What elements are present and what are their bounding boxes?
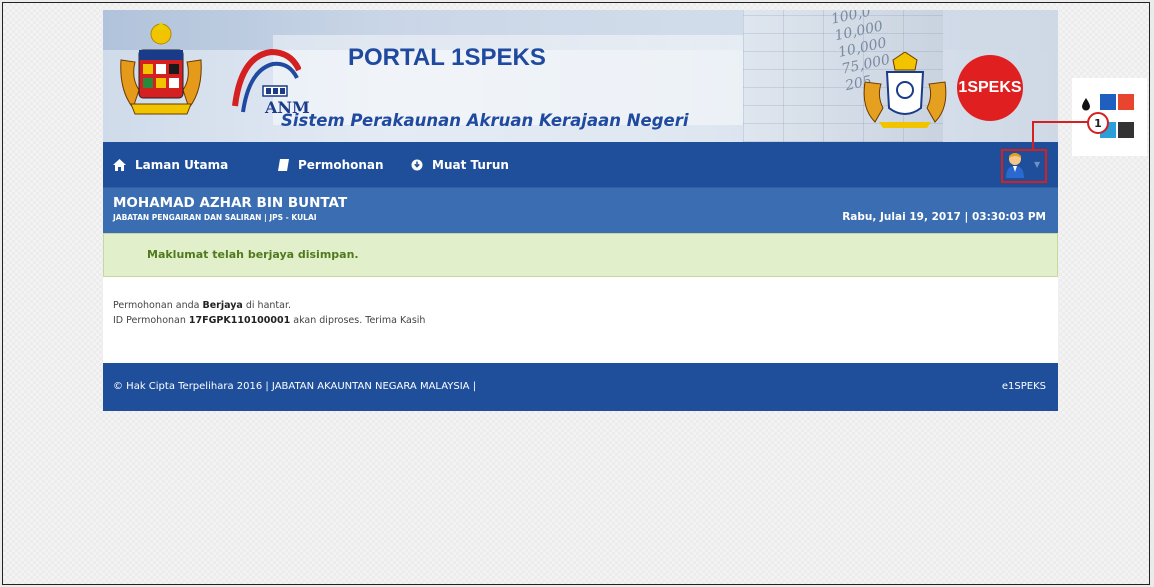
callout-connector	[1032, 121, 1088, 123]
success-alert: Maklumat telah berjaya disimpan.	[103, 233, 1058, 277]
application-id-text: ID Permohonan 17FGPK110100001 akan dipro…	[113, 315, 425, 326]
footer-app-name: e1SPEKS	[1001, 381, 1046, 392]
johor-coat-of-arms-logo	[863, 52, 947, 128]
submission-status-text: Permohonan anda Berjaya di hantar.	[113, 300, 291, 311]
nav-item-label: Permohonan	[298, 157, 384, 172]
highlight-box	[1001, 149, 1047, 183]
alert-message: Maklumat telah berjaya disimpan.	[147, 248, 359, 261]
main-content: Maklumat telah berjaya disimpan. Permoho…	[103, 233, 1058, 363]
application-id: 17FGPK110100001	[188, 315, 291, 326]
1speks-badge-logo: 1SPEKS	[957, 55, 1023, 121]
status-word: Berjaya	[202, 300, 243, 311]
main-navbar: Laman Utama Permohonan Muat Turun ▼	[103, 142, 1058, 187]
theme-swatch-dark[interactable]	[1118, 122, 1134, 138]
nav-item-muat-turun[interactable]: Muat Turun	[411, 142, 509, 187]
theme-swatch-red[interactable]	[1118, 94, 1134, 110]
text-segment: akan diproses. Terima Kasih	[290, 315, 426, 326]
home-icon	[113, 158, 126, 171]
text-segment: Permohonan anda	[113, 300, 203, 311]
portal-subtitle: Sistem Perakaunan Akruan Kerajaan Negeri	[281, 111, 689, 130]
current-datetime: Rabu, Julai 19, 2017 | 03:30:03 PM	[842, 211, 1046, 223]
footer: © Hak Cipta Terpelihara 2016 | JABATAN A…	[103, 363, 1058, 411]
malaysia-coat-of-arms-logo	[120, 22, 202, 115]
portal-page: 100,0 10,000 10,000 75,000 205 ANM PORTA…	[103, 10, 1058, 411]
user-name: MOHAMAD AZHAR BIN BUNTAT	[113, 195, 348, 211]
book-icon	[278, 158, 289, 171]
user-info-bar: MOHAMAD AZHAR BIN BUNTAT JABATAN PENGAIR…	[103, 187, 1058, 233]
nav-item-label: Muat Turun	[432, 157, 509, 172]
nav-item-permohonan[interactable]: Permohonan	[278, 142, 384, 187]
portal-title: PORTAL 1SPEKS	[348, 44, 546, 71]
callout-connector	[1032, 121, 1034, 151]
text-segment: ID Permohonan	[113, 315, 189, 326]
download-icon	[411, 159, 423, 171]
theme-swatch-blue[interactable]	[1100, 94, 1116, 110]
nav-item-laman-utama[interactable]: Laman Utama	[113, 142, 228, 187]
color-drop-icon[interactable]	[1081, 98, 1091, 111]
theme-widget	[1072, 78, 1147, 156]
copyright-text: © Hak Cipta Terpelihara 2016 | JABATAN A…	[113, 381, 477, 392]
user-department: JABATAN PENGAIRAN DAN SALIRAN | JPS - KU…	[113, 213, 317, 222]
callout-number-badge: 1	[1087, 112, 1109, 134]
nav-item-label: Laman Utama	[135, 157, 229, 172]
text-segment: di hantar.	[242, 300, 292, 311]
header-banner: 100,0 10,000 10,000 75,000 205 ANM PORTA…	[103, 10, 1058, 142]
